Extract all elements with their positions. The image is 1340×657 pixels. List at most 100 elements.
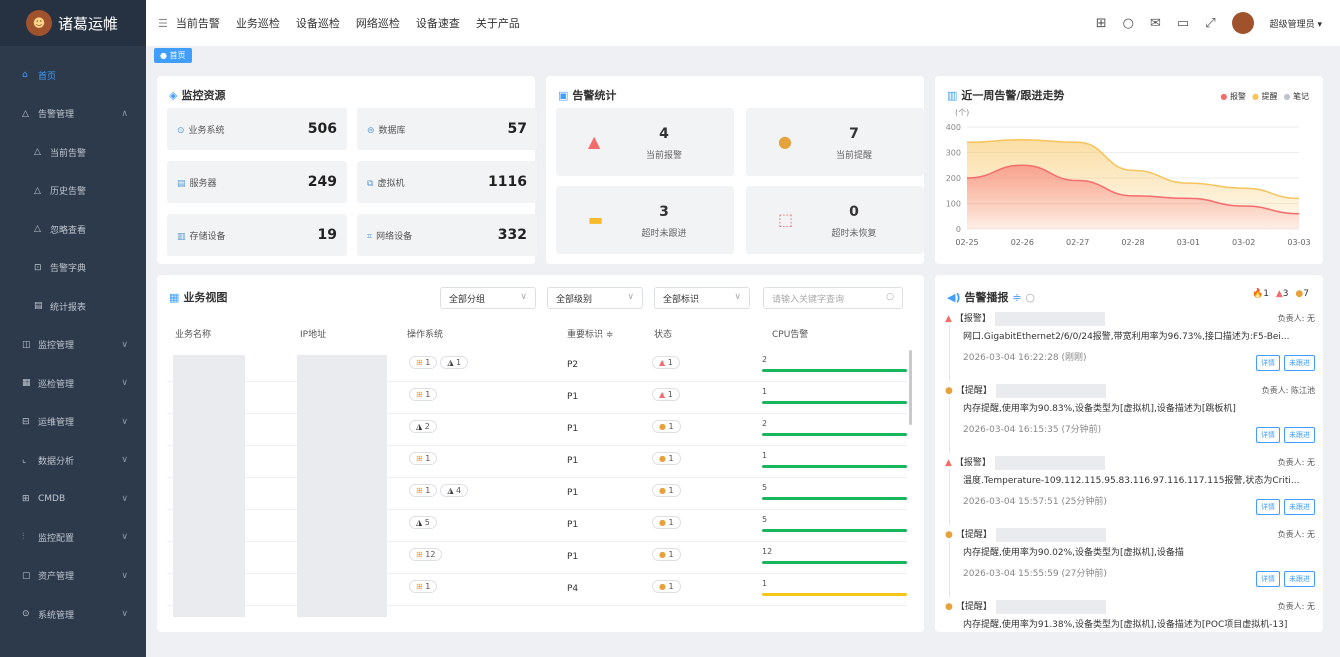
resource-tile[interactable]: ⧉ 虚拟机 1116: [357, 161, 537, 203]
sidebar-item-label: 历史告警: [50, 187, 87, 198]
avatar[interactable]: [1231, 12, 1254, 34]
mail-icon[interactable]: ✉: [1150, 16, 1161, 31]
alarm-stat-tile[interactable]: ▬ 3 超时未跟进: [556, 186, 734, 254]
group-select[interactable]: 全部分组 ∨: [440, 287, 536, 309]
col-status: 状态: [654, 330, 673, 340]
follow-button[interactable]: 未跟进: [1284, 355, 1315, 371]
fire-icon: 🔥: [1252, 289, 1264, 299]
table-row[interactable]: ◮ 2 P1 ● 1 2: [167, 414, 907, 446]
broadcast-item[interactable]: ● 【提醒】 负责人: 无内存提醒,使用率为91.38%,设备类型为[虚拟机],设备…: [945, 599, 1315, 630]
follow-button[interactable]: 未跟进: [1284, 499, 1315, 515]
sidebar-item-5[interactable]: ⊡ 告警字典: [0, 249, 146, 288]
alarm-stat-tile[interactable]: ⬚ 0 超时未恢复: [746, 186, 924, 254]
resource-icon: ⊜: [367, 125, 375, 136]
sidebar-item-3[interactable]: △ 历史告警: [0, 172, 146, 211]
sidebar-item-9[interactable]: ⊟ 运维管理 ∨: [0, 403, 146, 442]
sidebar-item-6[interactable]: ▤ 统计报表: [0, 287, 146, 326]
detail-button[interactable]: 详情: [1256, 499, 1280, 515]
alert-icon: ●: [945, 602, 953, 612]
resource-tile[interactable]: ⌗ 网络设备 332: [357, 214, 537, 256]
sidebar-item-4[interactable]: △ 忽略查看: [0, 210, 146, 249]
status-badge[interactable]: ● 1: [652, 452, 681, 465]
table-row[interactable]: ◮ 5 P1 ● 1 5: [167, 510, 907, 542]
tab-home[interactable]: ● 首页: [154, 48, 192, 63]
sidebar-item-0[interactable]: ⌂ 首页: [0, 56, 146, 95]
level-select[interactable]: 全部级别 ∨: [547, 287, 643, 309]
fullscreen-icon[interactable]: ⤢: [1205, 16, 1215, 31]
broadcast-item[interactable]: ● 【提醒】 负责人: 陈江池 内存提醒,使用率为90.83%,设备类型为[虚拟机],…: [945, 383, 1315, 453]
sidebar-item-10[interactable]: ⌞ 数据分析 ∨: [0, 441, 146, 480]
status-badge[interactable]: ● 1: [652, 548, 681, 561]
follow-button[interactable]: 未跟进: [1284, 427, 1315, 443]
sidebar-item-13[interactable]: ▢ 资产管理 ∨: [0, 557, 146, 596]
broadcast-item[interactable]: ▲ 【报警】 负责人: 无温度.Temperature-109.112.115.95…: [945, 455, 1315, 525]
y-tick-label: 300: [946, 149, 961, 158]
detail-button[interactable]: 详情: [1256, 571, 1280, 587]
bell-icon: △: [22, 108, 29, 119]
table-row[interactable]: ⊞ 1 ◮ 4 P1 ● 1 5: [167, 478, 907, 510]
broadcast-item[interactable]: ● 【提醒】 负责人: 无内存提醒,使用率为90.02%,设备类型为[虚拟机],设备…: [945, 527, 1315, 597]
status-badge[interactable]: ● 1: [652, 420, 681, 433]
nav-item-network-inspection[interactable]: 网络巡检: [356, 15, 400, 31]
nav-item-about[interactable]: 关于产品: [476, 15, 520, 31]
chevron-icon: ∨: [121, 570, 128, 581]
sidebar-item-12[interactable]: ⫶ 监控配置 ∨: [0, 518, 146, 557]
sidebar-item-2[interactable]: △ 当前告警: [0, 133, 146, 172]
table-row[interactable]: ⊞ 1 ◮ 1 P2 ▲ 1 2: [167, 350, 907, 382]
search-icon[interactable]: ○: [886, 292, 894, 302]
apps-icon[interactable]: ⊞: [1096, 16, 1107, 31]
search-icon[interactable]: ○: [1123, 16, 1134, 31]
sidebar-item-label: 资产管理: [38, 572, 75, 583]
status-badge[interactable]: ● 1: [652, 484, 681, 497]
nav-item-current-alarm[interactable]: 当前告警: [176, 15, 220, 31]
table-row[interactable]: ⊞ 1 P1 ▲ 1 1: [167, 382, 907, 414]
alarm-stat-icon: ▬: [588, 210, 604, 229]
alarm-stat-tile[interactable]: ▲ 4 当前报警: [556, 108, 734, 176]
status-badge[interactable]: ▲ 1: [652, 356, 680, 369]
broadcast-owner: 负责人: 无: [1277, 530, 1315, 539]
alarm-stat-tile[interactable]: ● 7 当前提醒: [746, 108, 924, 176]
sidebar-item-1[interactable]: △ 告警管理 ∧: [0, 95, 146, 134]
resource-tile[interactable]: ⊜ 数据库 57: [357, 108, 537, 150]
sidebar-item-8[interactable]: ▦ 巡检管理 ∨: [0, 364, 146, 403]
tag-select[interactable]: 全部标识 ∨: [654, 287, 750, 309]
chevron-icon: ∧: [121, 108, 128, 119]
status-badge[interactable]: ▲ 1: [652, 388, 680, 401]
username[interactable]: 超级管理员 ▾: [1270, 17, 1322, 30]
resource-tile[interactable]: ⊙ 业务系统 506: [167, 108, 347, 150]
cpu-alarm-count: 5: [762, 483, 768, 492]
follow-button[interactable]: 未跟进: [1284, 571, 1315, 587]
status-badge[interactable]: ● 1: [652, 516, 681, 529]
resource-tile[interactable]: ▤ 服务器 249: [167, 161, 347, 203]
sidebar-item-label: 忽略查看: [50, 225, 87, 236]
asset-icon: ▢: [22, 570, 31, 581]
search-input[interactable]: 请输入关键字查询 ○: [763, 287, 903, 309]
home-icon: ⌂: [22, 70, 28, 81]
cpu-alarm-count: 2: [762, 419, 768, 428]
table-row[interactable]: ⊞ 1 P4 ● 1 1: [167, 574, 907, 606]
os-windows-badge: ⊞ 1: [409, 580, 438, 593]
nav-item-device-inspection[interactable]: 设备巡检: [296, 15, 340, 31]
detail-button[interactable]: 详情: [1256, 355, 1280, 371]
broadcast-item[interactable]: ▲ 【报警】 负责人: 无网口.GigabitEthernet2/6/0/24报警,…: [945, 311, 1315, 381]
nav-item-business-inspection[interactable]: 业务巡检: [236, 15, 280, 31]
sidebar-item-7[interactable]: ◫ 监控管理 ∨: [0, 326, 146, 365]
screen-icon[interactable]: ▭: [1177, 16, 1189, 31]
resource-tile[interactable]: ▥ 存储设备 19: [167, 214, 347, 256]
x-tick-label: 03-01: [1177, 238, 1200, 247]
sidebar-item-11[interactable]: ⊞ CMDB ∨: [0, 480, 146, 519]
col-level[interactable]: 重要标识 ≑: [567, 327, 613, 340]
search-icon[interactable]: ○: [1025, 291, 1035, 304]
status-badge[interactable]: ● 1: [652, 580, 681, 593]
sidebar-item-14[interactable]: ⊙ 系统管理 ∨: [0, 595, 146, 634]
table-scrollbar[interactable]: [909, 350, 912, 425]
table-row[interactable]: ⊞ 1 P1 ● 1 1: [167, 446, 907, 478]
chevron-down-icon: ∨: [734, 292, 741, 302]
table-row[interactable]: ⊞ 12 P1 ● 1 12: [167, 542, 907, 574]
app-logo[interactable]: ☻ 诸葛运帷: [0, 0, 146, 46]
bell-icon: △: [34, 185, 41, 196]
broadcast-actions: 详情 未跟进: [1252, 571, 1315, 587]
hamburger-icon[interactable]: ☰: [158, 17, 168, 30]
nav-item-device-lookup[interactable]: 设备速查: [416, 15, 460, 31]
detail-button[interactable]: 详情: [1256, 427, 1280, 443]
